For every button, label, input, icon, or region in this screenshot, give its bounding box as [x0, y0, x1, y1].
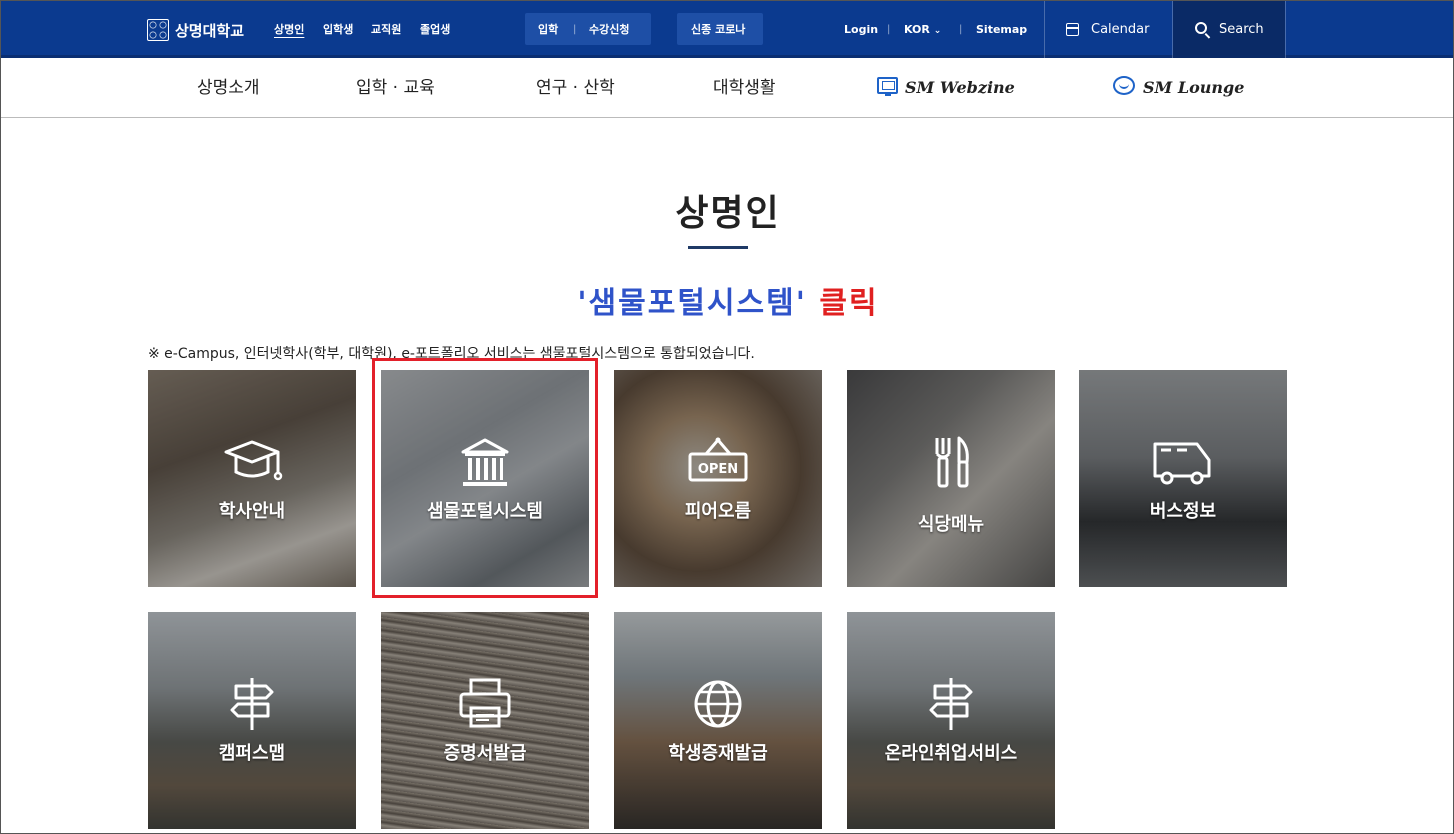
institution-icon — [461, 438, 509, 486]
calendar-icon — [1066, 23, 1079, 36]
tile-label: 캠퍼스맵 — [218, 743, 286, 764]
logo-text: 상명대학교 — [175, 21, 245, 40]
printer-icon — [459, 678, 511, 728]
tile-label: 식당메뉴 — [917, 514, 985, 535]
university-logo[interactable]: 상명대학교 — [147, 18, 244, 42]
search-label[interactable]: Search — [1219, 1, 1264, 58]
top-bar: 상명대학교 상명인 입학생 교직원 졸업생 입학 | 수강신청 신종 코로나 L… — [1, 1, 1453, 58]
nav-item-research[interactable]: 연구 · 산학 — [536, 58, 615, 118]
divider — [1044, 1, 1045, 58]
tile-label: 온라인취업서비스 — [884, 743, 1018, 764]
tile-label: 학생증재발급 — [668, 743, 768, 764]
tile-campus-map[interactable]: 캠퍼스맵 — [148, 612, 356, 829]
tile-student-id-reissue[interactable]: 학생증재발급 — [614, 612, 822, 829]
language-select[interactable]: KOR ⌄ — [904, 1, 941, 58]
tile-bus-info[interactable]: 버스정보 — [1079, 370, 1287, 587]
quick-link-staff[interactable]: 교직원 — [371, 1, 401, 58]
admission-link[interactable]: 입학 — [538, 1, 558, 58]
annotation-target: '샘물포털시스템' — [577, 286, 807, 321]
signpost-icon — [929, 678, 973, 730]
search-icon — [1195, 22, 1207, 34]
tile-online-employment[interactable]: 온라인취업서비스 — [847, 612, 1055, 829]
open-sign-text: OPEN — [698, 462, 738, 477]
title-underline — [688, 246, 748, 249]
nav-item-campus-life[interactable]: 대학생활 — [713, 58, 776, 118]
monitor-icon — [877, 77, 898, 96]
tile-cafeteria-menu[interactable]: 식당메뉴 — [847, 370, 1055, 587]
tile-peer-oreum[interactable]: OPEN 피어오름 — [614, 370, 822, 587]
divider — [1285, 1, 1286, 58]
language-label: KOR — [904, 23, 930, 36]
quick-link-alumni[interactable]: 졸업생 — [420, 1, 450, 58]
quick-link-freshmen[interactable]: 입학생 — [323, 1, 353, 58]
annotation-action: 클릭 — [819, 286, 879, 321]
calendar-link[interactable]: Calendar — [1091, 1, 1149, 58]
tile-certificate-issuance[interactable]: 증명서발급 — [381, 612, 589, 829]
tile-label: 버스정보 — [1149, 501, 1217, 522]
quick-link-sangmyungin[interactable]: 상명인 — [274, 1, 304, 58]
open-sign-icon: OPEN — [688, 437, 748, 482]
tile-academic-info[interactable]: 학사안내 — [148, 370, 356, 587]
page-title: 상명인 — [675, 193, 781, 234]
course-registration-link[interactable]: 수강신청 — [589, 1, 629, 58]
bus-icon — [1153, 442, 1211, 485]
separator: | — [573, 24, 577, 35]
covid-link[interactable]: 신종 코로나 — [691, 1, 745, 58]
sitemap-link[interactable]: Sitemap — [976, 1, 1027, 58]
signpost-icon — [230, 678, 274, 730]
tile-label: 샘물포털시스템 — [427, 501, 543, 522]
separator: | — [959, 24, 963, 35]
tile-label: 증명서발급 — [443, 743, 527, 764]
nav-item-about[interactable]: 상명소개 — [197, 58, 260, 118]
tile-label: 피어오름 — [684, 501, 752, 522]
tile-label: 학사안내 — [218, 501, 286, 522]
globe-icon — [694, 680, 742, 728]
nav-item-lounge[interactable]: SM Lounge — [1143, 58, 1244, 118]
main-nav: 상명소개 입학 · 교육 연구 · 산학 대학생활 SM Webzine SM … — [1, 58, 1453, 118]
speech-bubble-icon — [1113, 76, 1135, 95]
chevron-down-icon: ⌄ — [933, 26, 942, 36]
separator: | — [887, 24, 891, 35]
login-link[interactable]: Login — [844, 1, 878, 58]
nav-item-webzine[interactable]: SM Webzine — [905, 58, 1015, 118]
university-emblem-icon — [147, 19, 169, 41]
nav-item-admission-education[interactable]: 입학 · 교육 — [356, 58, 435, 118]
tile-portal-system[interactable]: 샘물포털시스템 — [381, 370, 589, 587]
browser-frame: 상명대학교 상명인 입학생 교직원 졸업생 입학 | 수강신청 신종 코로나 L… — [0, 0, 1454, 834]
graduation-cap-icon — [224, 440, 283, 481]
fork-knife-icon — [935, 436, 969, 488]
click-annotation: '샘물포털시스템' 클릭 — [1, 278, 1453, 322]
integration-notice: ※ e-Campus, 인터넷학사(학부, 대학원), e-포트폴리오 서비스는… — [148, 346, 755, 362]
